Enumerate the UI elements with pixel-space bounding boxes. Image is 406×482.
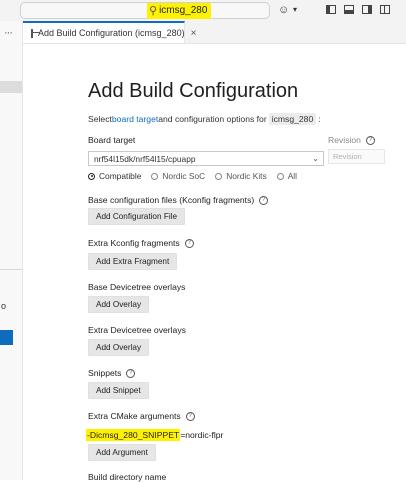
cmake-argument-entry[interactable]: -Dicmsg_280_SNIPPET =nordic-flpr [86,429,223,441]
tab-add-build-configuration[interactable]: Add Build Configuration (icmsg_280) × [23,21,196,43]
extra-devicetree-label-text: Extra Devicetree overlays [88,325,186,335]
extra-cmake-label-text: Extra CMake arguments [88,411,181,421]
search-highlight: ⚲ icmsg_280 [147,2,212,19]
add-configuration-file-button[interactable]: Add Configuration File [88,208,186,225]
add-overlay-button[interactable]: Add Overlay [88,339,150,356]
close-icon[interactable]: × [191,28,197,39]
radio-unchecked-icon[interactable] [151,172,159,180]
revision-input[interactable]: Revision [328,149,385,164]
intro-prefix: Select [88,114,112,124]
radio-compatible[interactable]: Compatible [88,171,141,181]
add-overlay-button[interactable]: Add Overlay [88,296,150,313]
divider [0,269,22,270]
add-snippet-button[interactable]: Add Snippet [88,382,149,399]
webview-icon [31,28,40,38]
intro-text: Select board target and configuration op… [88,113,321,125]
help-icon[interactable]: ? [185,411,195,421]
add-argument-button[interactable]: Add Argument [88,444,156,461]
base-config-label-text: Base configuration files (Kconfig fragme… [88,195,255,205]
board-target-label: Board target [88,135,135,145]
base-devicetree-label: Base Devicetree overlays [88,282,185,292]
snippets-label: Snippets ? [88,368,136,378]
help-icon[interactable]: ? [184,238,194,248]
editor-tab-bar: Add Build Configuration (icmsg_280) × [23,21,406,44]
search-highlight-box: ⚲ icmsg_280 [147,2,212,19]
help-icon[interactable]: ? [126,368,136,378]
revision-label: Revision ? [328,135,375,145]
side-bar-strip: ··· o [0,21,23,480]
search-text: icmsg_280 [159,5,208,16]
board-target-select[interactable]: nrf54l15dk/nrf54l15/cpuapp ⌄ [88,151,324,166]
radio-nordic-soc[interactable]: Nordic SoC [151,171,205,181]
app-name-chip: icmsg_280 [268,113,317,125]
radio-label: All [287,171,298,181]
chevron-down-icon[interactable]: ⌄ [312,154,319,163]
toggle-primary-sidebar-icon[interactable] [326,5,336,14]
copilot-icon[interactable]: ☺ [278,4,289,16]
accent-button-edge[interactable] [0,330,13,345]
cmake-argument-rest: =nordic-flpr [180,430,224,440]
radio-label: Nordic Kits [226,171,267,181]
cmake-argument-highlight: -Dicmsg_280_SNIPPET [86,429,181,441]
extra-cmake-label: Extra CMake arguments ? [88,411,195,421]
radio-checked-icon[interactable] [88,172,95,180]
intro-suffix: : [318,114,321,124]
toggle-panel-icon[interactable] [344,5,354,14]
base-devicetree-label-text: Base Devicetree overlays [88,282,186,292]
intro-mid: and configuration options for [158,114,267,124]
radio-all[interactable]: All [276,171,298,181]
radio-unchecked-icon[interactable] [276,172,284,180]
help-icon[interactable]: ? [259,195,269,205]
more-actions-icon[interactable]: ··· [4,27,13,39]
snippets-label-text: Snippets [88,368,122,378]
add-extra-fragment-button[interactable]: Add Extra Fragment [88,253,178,270]
page-title: Add Build Configuration [88,80,299,102]
board-target-link[interactable]: board target [112,114,158,124]
radio-unchecked-icon[interactable] [215,172,223,180]
toggle-secondary-sidebar-icon[interactable] [362,5,372,14]
revision-label-text: Revision [328,135,361,145]
board-target-value: nrf54l15dk/nrf54l15/cpuapp [94,153,196,164]
search-icon: ⚲ [149,5,158,17]
radio-label: Nordic SoC [162,171,206,181]
title-bar: ⚲ icmsg_280 ☺ ▾ [0,0,406,21]
chevron-down-icon[interactable]: ▾ [293,5,297,14]
command-center-search[interactable]: ⚲ icmsg_280 [20,2,270,19]
build-directory-label-text: Build directory name [88,472,167,482]
radio-label: Compatible [99,171,142,181]
extra-devicetree-label: Extra Devicetree overlays [88,325,186,335]
board-filter-radios: Compatible Nordic SoC Nordic Kits All [88,171,307,181]
customize-layout-icon[interactable] [380,5,390,14]
truncated-text: o [1,301,7,311]
revision-placeholder: Revision [333,152,362,161]
tab-label: Add Build Configuration (icmsg_280) [38,28,185,38]
extra-kconfig-label-text: Extra Kconfig fragments [88,238,180,248]
extra-kconfig-label: Extra Kconfig fragments ? [88,238,194,248]
selected-item-strip[interactable] [0,81,22,93]
radio-nordic-kits[interactable]: Nordic Kits [215,171,267,181]
help-icon[interactable]: ? [365,135,375,145]
board-target-label-text: Board target [88,135,136,145]
base-config-label: Base configuration files (Kconfig fragme… [88,195,269,205]
build-directory-label: Build directory name [88,472,166,482]
